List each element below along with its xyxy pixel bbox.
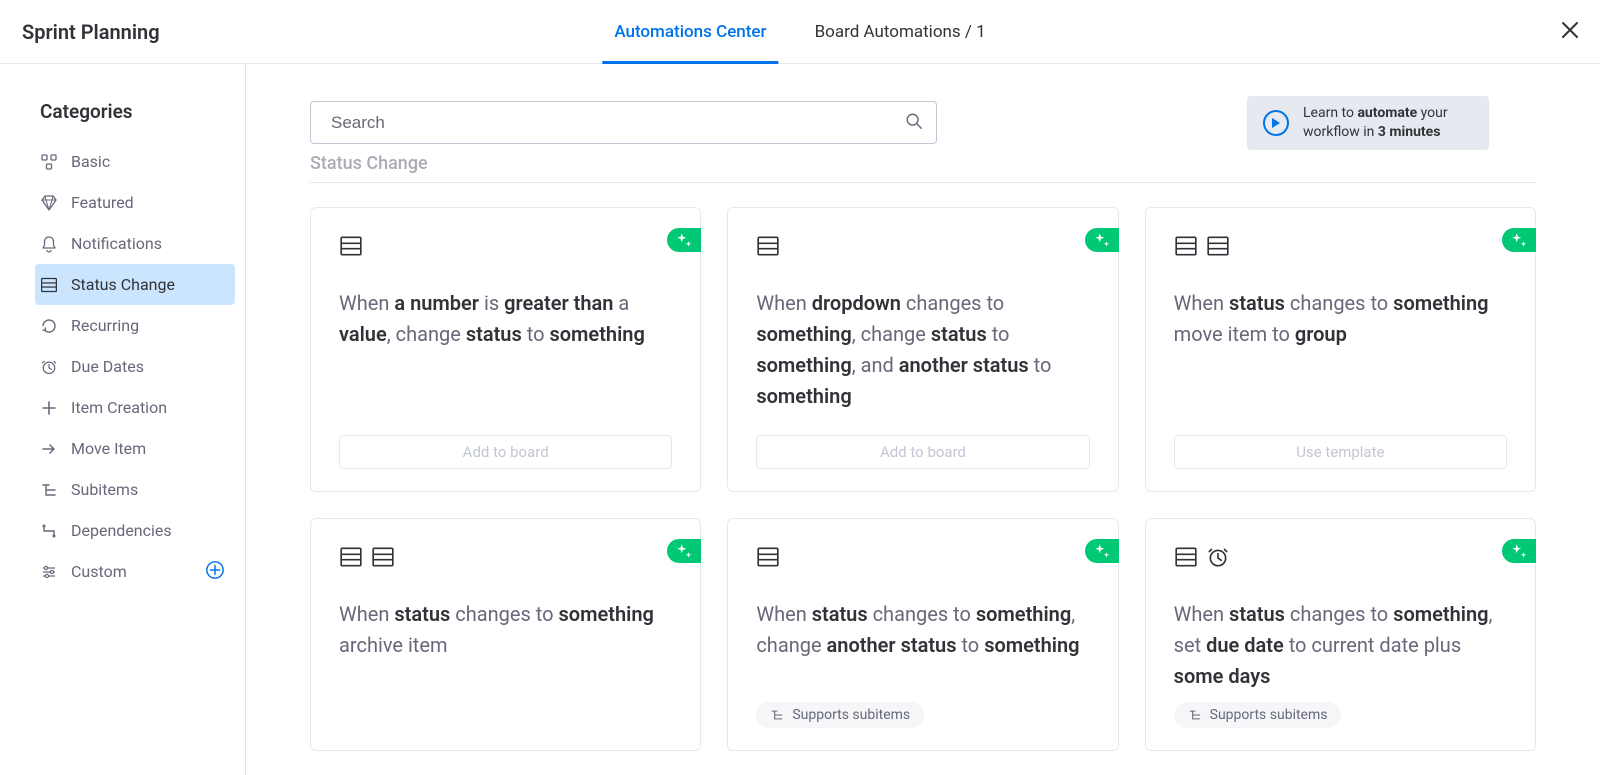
sidebar-item-label: Item Creation — [71, 398, 167, 417]
sidebar-item-label: Notifications — [71, 234, 162, 253]
supports-subitems-pill: Supports subitems — [756, 702, 924, 728]
card-type-icons — [756, 234, 1089, 258]
add-to-board-button[interactable]: Add to board — [339, 435, 672, 469]
grid-icon — [40, 153, 58, 171]
automation-card[interactable]: When a number is greater than a value, c… — [310, 207, 701, 492]
page-title: Sprint Planning — [22, 20, 160, 44]
subitems-icon — [40, 481, 58, 499]
add-to-board-button[interactable]: Add to board — [756, 435, 1089, 469]
card-type-icons — [1174, 234, 1507, 258]
sidebar-item-label: Dependencies — [71, 521, 172, 540]
automation-recipe-text: When status changes to something move it… — [1174, 288, 1507, 427]
sidebar-item-label: Due Dates — [71, 357, 144, 376]
automation-recipe-text: When dropdown changes to something, chan… — [756, 288, 1089, 427]
card-type-icons — [339, 545, 672, 569]
sparkle-badge-icon — [1085, 539, 1119, 563]
sidebar-item-custom[interactable]: Custom — [35, 551, 235, 592]
close-icon[interactable] — [1560, 19, 1580, 45]
automation-card[interactable]: When status changes to something move it… — [1145, 207, 1536, 492]
sidebar-item-featured[interactable]: Featured — [35, 182, 235, 223]
sidebar-item-label: Custom — [71, 562, 127, 581]
plus-icon — [40, 399, 58, 417]
sidebar-item-recurring[interactable]: Recurring — [35, 305, 235, 346]
sidebar-item-item-creation[interactable]: Item Creation — [35, 387, 235, 428]
sidebar-item-label: Featured — [71, 193, 134, 212]
sidebar-item-label: Recurring — [71, 316, 139, 335]
use-template-button[interactable]: Use template — [1174, 435, 1507, 469]
card-type-icons — [756, 545, 1089, 569]
sparkle-badge-icon — [667, 228, 701, 252]
automation-recipe-text: When status changes to something, change… — [756, 599, 1089, 692]
automation-recipe-text: When status changes to something, set du… — [1174, 599, 1507, 692]
sparkle-badge-icon — [1502, 539, 1536, 563]
sparkle-badge-icon — [1085, 228, 1119, 252]
automation-card[interactable]: When status changes to something archive… — [310, 518, 701, 751]
arrow-right-icon — [40, 440, 58, 458]
automation-recipe-text: When a number is greater than a value, c… — [339, 288, 672, 427]
section-divider — [310, 182, 1536, 183]
sparkle-badge-icon — [1502, 228, 1536, 252]
header-tabs: Automations Center Board Automations / 1 — [614, 0, 985, 63]
diamond-icon — [40, 194, 58, 212]
sidebar-item-status-change[interactable]: Status Change — [35, 264, 235, 305]
supports-subitems-pill: Supports subitems — [1174, 702, 1342, 728]
sidebar-item-label: Status Change — [71, 275, 175, 294]
card-type-icons — [339, 234, 672, 258]
sidebar-item-label: Basic — [71, 152, 110, 171]
automation-recipe-text: When status changes to something archive… — [339, 599, 672, 728]
clock-icon — [40, 358, 58, 376]
content: Learn to automate your workflow in 3 min… — [246, 64, 1600, 775]
sparkle-badge-icon — [667, 539, 701, 563]
learn-automate-banner[interactable]: Learn to automate your workflow in 3 min… — [1247, 96, 1489, 150]
automation-card[interactable]: When status changes to something, set du… — [1145, 518, 1536, 751]
header: Sprint Planning Automations Center Board… — [0, 0, 1600, 64]
recurring-icon — [40, 317, 58, 335]
search-icon — [905, 112, 923, 134]
sidebar-item-due-dates[interactable]: Due Dates — [35, 346, 235, 387]
search-input[interactable] — [310, 101, 937, 144]
sidebar-item-move-item[interactable]: Move Item — [35, 428, 235, 469]
sidebar-item-basic[interactable]: Basic — [35, 141, 235, 182]
sidebar-item-subitems[interactable]: Subitems — [35, 469, 235, 510]
sidebar-title: Categories — [40, 100, 245, 123]
bell-icon — [40, 235, 58, 253]
sidebar-item-dependencies[interactable]: Dependencies — [35, 510, 235, 551]
tab-board-automations[interactable]: Board Automations / 1 — [815, 0, 986, 63]
sidebar-item-label: Move Item — [71, 439, 146, 458]
sidebar: Categories Basic Featured Notifications Sta… — [0, 64, 246, 775]
automation-card[interactable]: When dropdown changes to something, chan… — [727, 207, 1118, 492]
search-wrap — [310, 101, 937, 144]
tab-automations-center[interactable]: Automations Center — [614, 0, 766, 63]
sliders-icon — [40, 563, 58, 581]
play-icon — [1263, 110, 1289, 136]
dependencies-icon — [40, 522, 58, 540]
add-custom-icon[interactable] — [205, 560, 225, 584]
section-title: Status Change — [310, 153, 1536, 174]
automation-card[interactable]: When status changes to something, change… — [727, 518, 1118, 751]
sidebar-item-label: Subitems — [71, 480, 138, 499]
card-type-icons — [1174, 545, 1507, 569]
list-icon — [40, 276, 58, 294]
sidebar-item-notifications[interactable]: Notifications — [35, 223, 235, 264]
